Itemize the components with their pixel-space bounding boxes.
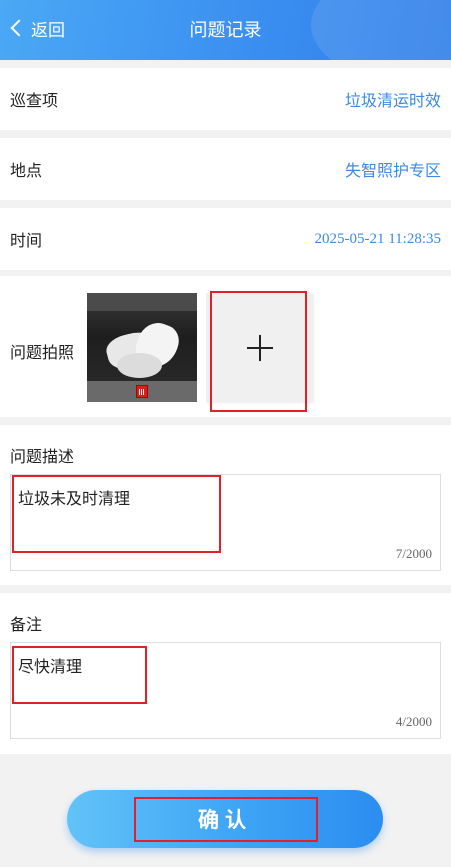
photo-delete-bar[interactable]	[87, 381, 197, 402]
remark-input[interactable]: 尽快清理 4/2000	[10, 642, 441, 739]
delete-icon[interactable]	[136, 385, 148, 398]
field-inspection-item[interactable]: 巡查项 垃圾清运时效	[0, 68, 451, 130]
description-count: 7/2000	[395, 546, 432, 561]
description-text: 垃圾未及时清理	[18, 489, 131, 508]
description-label: 问题描述	[10, 447, 75, 466]
remark-label: 备注	[10, 615, 43, 634]
remark-section: 备注 尽快清理 4/2000	[0, 593, 451, 754]
plus-icon	[246, 334, 273, 361]
field-label: 时间	[10, 231, 43, 250]
remark-text: 尽快清理	[18, 657, 83, 676]
photo-thumbnail[interactable]	[87, 293, 197, 402]
photo-content	[117, 353, 162, 378]
description-input[interactable]: 垃圾未及时清理 7/2000	[10, 474, 441, 571]
field-value[interactable]: 垃圾清运时效	[345, 87, 441, 111]
confirm-button[interactable]: 确认	[67, 790, 383, 848]
field-location[interactable]: 地点 失智照护专区	[0, 138, 451, 200]
remark-count: 4/2000	[395, 714, 432, 729]
field-value[interactable]: 2025-05-21 11:28:35	[314, 231, 441, 248]
confirm-label: 确认	[198, 808, 252, 832]
header: 返回 问题记录	[0, 0, 451, 60]
description-section: 问题描述 垃圾未及时清理 7/2000	[0, 425, 451, 585]
photo-label: 问题拍照	[10, 343, 75, 362]
field-label: 地点	[10, 161, 43, 180]
trash-bin-rim	[87, 293, 197, 311]
add-photo-button[interactable]	[206, 293, 313, 402]
field-value[interactable]: 失智照护专区	[345, 157, 441, 181]
field-label: 巡查项	[10, 91, 59, 110]
field-time[interactable]: 时间 2025-05-21 11:28:35	[0, 208, 451, 270]
page-title: 问题记录	[189, 20, 262, 41]
